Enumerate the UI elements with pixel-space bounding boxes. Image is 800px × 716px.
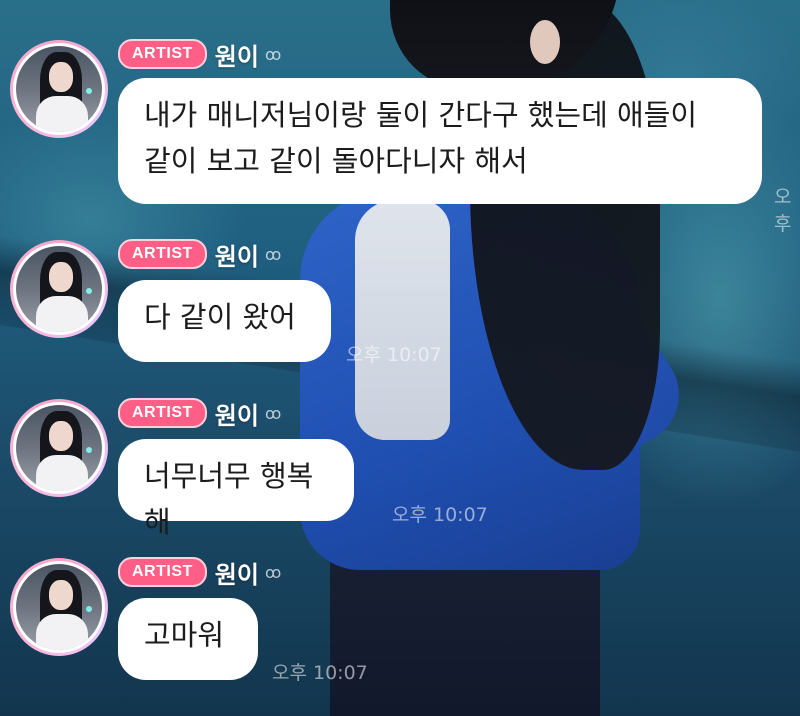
profile-avatar[interactable] <box>10 40 108 138</box>
message-bubble[interactable]: 내가 매니저님이랑 둘이 간다구 했는데 애들이 같이 보고 같이 돌아다니자 … <box>118 78 762 204</box>
sender-name[interactable]: 원이 <box>215 37 259 72</box>
message-time: 오후 10:07 <box>392 504 488 526</box>
sender-row: ARTIST 원이 ꝏ <box>118 396 281 431</box>
message-bubble[interactable]: 너무너무 행복해 <box>118 439 354 539</box>
sender-name[interactable]: 원이 <box>215 237 259 272</box>
message-bubble[interactable]: 다 같이 왔어 <box>118 280 331 362</box>
artist-badge: ARTIST <box>118 39 207 69</box>
artist-badge: ARTIST <box>118 557 207 587</box>
profile-avatar[interactable] <box>10 399 108 497</box>
glasses-icon: ꝏ <box>264 562 281 582</box>
profile-avatar[interactable] <box>10 240 108 338</box>
message-bubble[interactable]: 고마워 <box>118 598 258 680</box>
glasses-icon: ꝏ <box>264 44 281 64</box>
sender-name[interactable]: 원이 <box>215 396 259 431</box>
glasses-icon: ꝏ <box>264 244 281 264</box>
glasses-icon: ꝏ <box>264 403 281 423</box>
message-time: 오후 <box>774 186 792 235</box>
sender-row: ARTIST 원이 ꝏ <box>118 237 281 272</box>
message-time: 오후 10:07 <box>272 662 368 684</box>
sender-row: ARTIST 원이 ꝏ <box>118 555 281 590</box>
sender-name[interactable]: 원이 <box>215 555 259 590</box>
artist-badge: ARTIST <box>118 398 207 428</box>
profile-avatar[interactable] <box>10 558 108 656</box>
message-time: 오후 10:07 <box>346 344 442 366</box>
sender-row: ARTIST 원이 ꝏ <box>118 37 281 72</box>
artist-badge: ARTIST <box>118 239 207 269</box>
